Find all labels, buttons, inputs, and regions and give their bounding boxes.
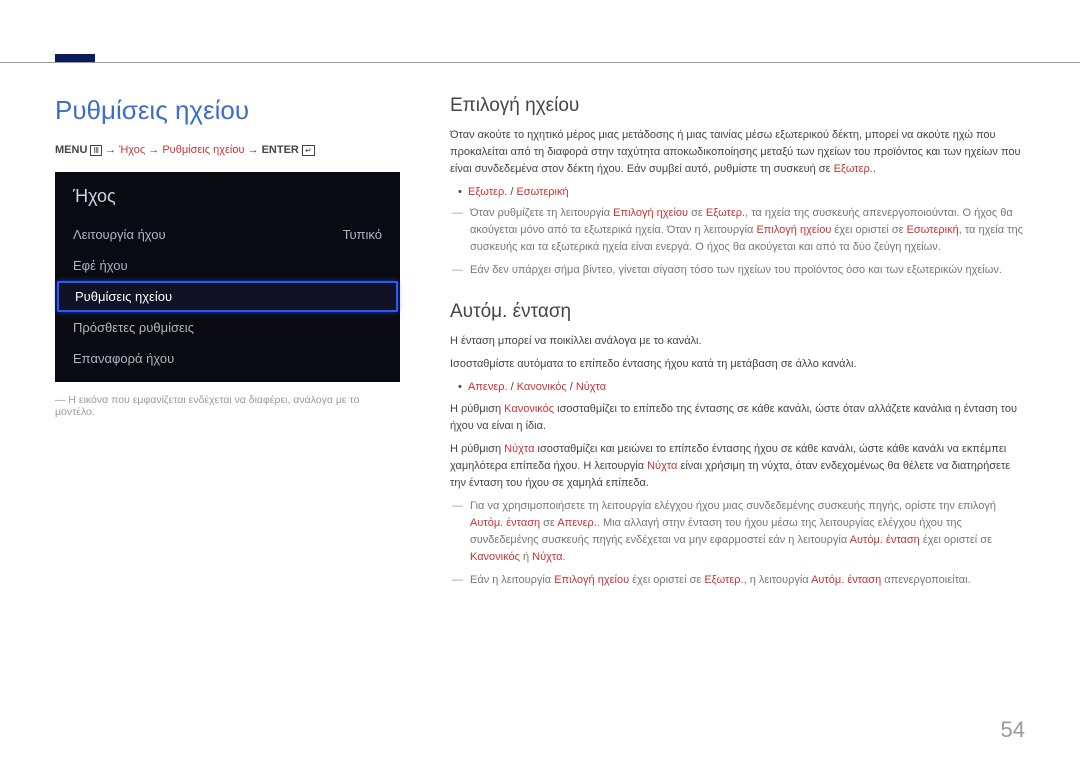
- section2-p4: Η ρύθμιση Νύχτα ισοσταθμίζει και μειώνει…: [450, 441, 1025, 492]
- image-caption: ― Η εικόνα που εμφανίζεται ενδέχεται να …: [55, 394, 400, 418]
- section1-intro: Όταν ακούτε το ηχητικό μέρος μιας μετάδο…: [450, 127, 1025, 178]
- osd-item-label: Επαναφορά ήχου: [73, 351, 174, 366]
- breadcrumb-p2: Ρυθμίσεις ηχείου: [162, 144, 244, 156]
- page-accent: [55, 54, 95, 62]
- breadcrumb-menu: MENU: [55, 144, 87, 156]
- section2-options: Απενερ. / Κανονικός / Νύχτα: [450, 379, 1025, 396]
- section2-p2: Ισοσταθμίστε αυτόματα το επίπεδο έντασης…: [450, 356, 1025, 373]
- osd-item-label: Εφέ ήχου: [73, 258, 128, 273]
- osd-item-label: Ρυθμίσεις ηχείου: [75, 289, 172, 304]
- osd-panel: Ήχος Λειτουργία ήχου Τυπικό Εφέ ήχου Ρυθμίσ…: [55, 172, 400, 382]
- section2-note1: Για να χρησιμοποιήσετε τη λειτουργία ελέ…: [450, 498, 1025, 566]
- osd-menu-item[interactable]: Εφέ ήχου: [55, 250, 400, 281]
- section2-p1: Η ένταση μπορεί να ποικίλλει ανάλογα με …: [450, 333, 1025, 350]
- section1-note1: Όταν ρυθμίζετε τη λειτουργία Επιλογή ηχε…: [450, 205, 1025, 256]
- section1-options: Εξωτερ. / Εσωτερική: [450, 184, 1025, 201]
- page-title: Ρυθμίσεις ηχείου: [55, 95, 400, 126]
- breadcrumb: MENU Ⅲ → Ήχος → Ρυθμίσεις ηχείου → ENTER…: [55, 144, 400, 156]
- osd-menu-item[interactable]: Λειτουργία ήχου Τυπικό: [55, 219, 400, 250]
- osd-item-label: Πρόσθετες ρυθμίσεις: [73, 320, 194, 335]
- osd-item-value: Τυπικό: [343, 227, 382, 242]
- osd-item-label: Λειτουργία ήχου: [73, 227, 166, 242]
- breadcrumb-enter: ENTER: [262, 144, 299, 156]
- osd-panel-title: Ήχος: [55, 186, 400, 219]
- page-number: 54: [1001, 717, 1025, 743]
- section-auto-volume-title: Αυτόμ. ένταση: [450, 301, 1025, 323]
- section1-note2: Εάν δεν υπάρχει σήμα βίντεο, γίνεται σίγ…: [450, 262, 1025, 279]
- menu-icon: Ⅲ: [90, 145, 102, 156]
- osd-menu-item[interactable]: Ρυθμίσεις ηχείου: [57, 281, 398, 312]
- section-speaker-select-title: Επιλογή ηχείου: [450, 95, 1025, 117]
- section2-note2: Εάν η λειτουργία Επιλογή ηχείου έχει ορι…: [450, 572, 1025, 589]
- header-rule: [0, 62, 1080, 63]
- enter-icon: ↵: [302, 145, 315, 156]
- osd-menu-item[interactable]: Επαναφορά ήχου: [55, 343, 400, 374]
- breadcrumb-p1: Ήχος: [119, 144, 145, 156]
- osd-menu-item[interactable]: Πρόσθετες ρυθμίσεις: [55, 312, 400, 343]
- section2-p3: Η ρύθμιση Κανονικός ισοσταθμίζει το επίπ…: [450, 401, 1025, 435]
